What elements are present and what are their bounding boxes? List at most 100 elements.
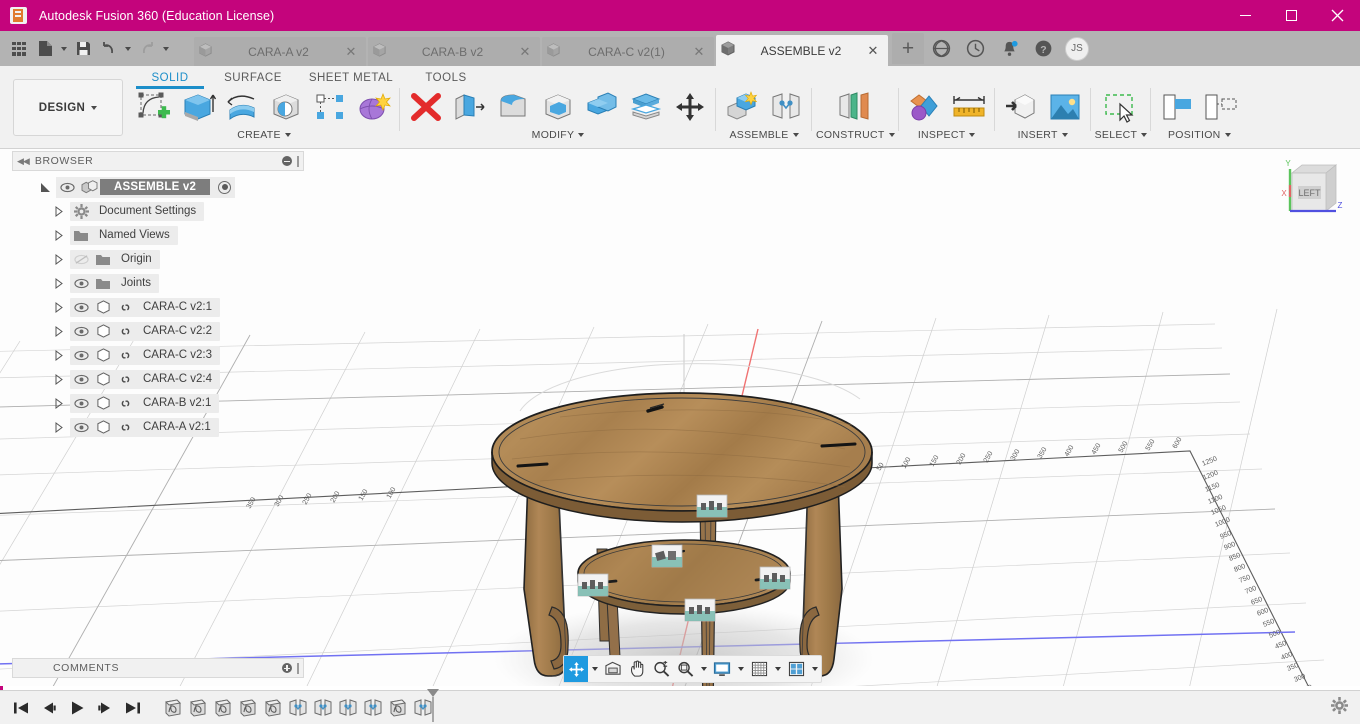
play-icon[interactable] <box>64 695 90 721</box>
double-chevron-left-icon[interactable]: ◀◀ <box>17 156 29 167</box>
avatar[interactable]: JS <box>1060 31 1094 66</box>
collapse-all-icon[interactable] <box>282 156 292 166</box>
activate-component-radio[interactable] <box>218 181 231 194</box>
plus-circle-icon[interactable] <box>282 663 292 673</box>
panel-label-modify[interactable]: MODIFY <box>532 129 585 141</box>
create-sketch-icon[interactable] <box>132 86 176 128</box>
minimize-button[interactable] <box>1222 0 1268 31</box>
expand-triangle-icon[interactable] <box>48 206 70 217</box>
skip-end-icon[interactable] <box>120 695 146 721</box>
form-icon[interactable] <box>352 86 396 128</box>
joint-feature-icon[interactable] <box>285 695 310 721</box>
component-feature-icon[interactable] <box>385 695 410 721</box>
new-tab-button[interactable]: + <box>892 33 924 64</box>
interference-icon[interactable] <box>903 86 947 128</box>
split-face-icon[interactable] <box>624 86 668 128</box>
eye-icon[interactable] <box>70 350 92 361</box>
align-left-icon[interactable] <box>1155 86 1199 128</box>
expand-triangle-icon[interactable] <box>48 278 70 289</box>
component-feature-icon[interactable] <box>185 695 210 721</box>
step-back-icon[interactable] <box>36 695 62 721</box>
document-tab-cara-a[interactable]: CARA-A v2 ✕ <box>194 37 366 66</box>
grid-dropdown[interactable] <box>771 656 784 682</box>
revolve-icon[interactable] <box>220 86 264 128</box>
expand-triangle-icon[interactable] <box>48 302 70 313</box>
component-feature-icon[interactable] <box>160 695 185 721</box>
orbit-icon[interactable] <box>564 656 588 682</box>
save-icon[interactable] <box>70 36 96 62</box>
comments-panel[interactable]: COMMENTS <box>12 658 304 678</box>
eye-hidden-icon[interactable] <box>70 254 92 265</box>
joint-feature-icon[interactable] <box>310 695 335 721</box>
tab-close-icon[interactable]: ✕ <box>514 44 536 60</box>
canvas-image-icon[interactable] <box>1043 86 1087 128</box>
viewport-layout-icon[interactable] <box>784 656 808 682</box>
tree-node-document-settings[interactable]: Document Settings <box>12 199 304 223</box>
panel-label-assemble[interactable]: ASSEMBLE <box>729 129 798 141</box>
expand-triangle-icon[interactable] <box>48 422 70 433</box>
component-feature-icon[interactable] <box>210 695 235 721</box>
view-cube[interactable]: LEFT Y Z X <box>1274 155 1346 231</box>
grid-snap-icon[interactable] <box>747 656 771 682</box>
panel-resize-grip[interactable] <box>297 156 299 167</box>
timeline-settings-gear-icon[interactable] <box>1331 697 1348 719</box>
timeline-marker[interactable] <box>425 688 441 724</box>
expand-triangle-icon[interactable] <box>48 230 70 241</box>
pattern-icon[interactable] <box>308 86 352 128</box>
eye-icon[interactable] <box>56 182 78 193</box>
panel-label-select[interactable]: SELECT <box>1095 129 1148 141</box>
app-grid-icon[interactable] <box>6 36 32 62</box>
expand-triangle-icon[interactable] <box>48 326 70 337</box>
expand-triangle-icon[interactable] <box>48 374 70 385</box>
measure-icon[interactable] <box>947 86 991 128</box>
new-file-dropdown[interactable] <box>58 36 70 62</box>
display-settings-icon[interactable] <box>710 656 734 682</box>
step-forward-icon[interactable] <box>92 695 118 721</box>
move-copy-icon[interactable] <box>668 86 712 128</box>
fit-dropdown[interactable] <box>697 656 710 682</box>
component-feature-icon[interactable] <box>260 695 285 721</box>
document-tab-cara-b[interactable]: CARA-B v2 ✕ <box>368 37 540 66</box>
joint-icon[interactable] <box>764 86 808 128</box>
tab-close-icon[interactable]: ✕ <box>862 43 884 59</box>
fillet-icon[interactable] <box>492 86 536 128</box>
expand-triangle-icon[interactable] <box>34 183 56 192</box>
tree-node-cara-c-1[interactable]: CARA-C v2:1 <box>12 295 304 319</box>
eye-icon[interactable] <box>70 422 92 433</box>
panel-label-create[interactable]: CREATE <box>237 129 291 141</box>
delete-icon[interactable] <box>404 86 448 128</box>
tree-node-joints[interactable]: Joints <box>12 271 304 295</box>
eye-icon[interactable] <box>70 398 92 409</box>
maximize-button[interactable] <box>1268 0 1314 31</box>
redo-icon[interactable] <box>134 36 160 62</box>
recent-history-icon[interactable] <box>958 31 992 66</box>
panel-label-construct[interactable]: CONSTRUCT <box>816 129 895 141</box>
tree-node-named-views[interactable]: Named Views <box>12 223 304 247</box>
shell-icon[interactable] <box>536 86 580 128</box>
tree-node-cara-b-1[interactable]: CARA-B v2:1 <box>12 391 304 415</box>
close-button[interactable] <box>1314 0 1360 31</box>
expand-triangle-icon[interactable] <box>48 254 70 265</box>
redo-dropdown[interactable] <box>160 36 172 62</box>
tree-node-cara-c-3[interactable]: CARA-C v2:3 <box>12 343 304 367</box>
select-window-icon[interactable] <box>1099 86 1143 128</box>
press-pull-icon[interactable] <box>448 86 492 128</box>
tree-node-cara-c-2[interactable]: CARA-C v2:2 <box>12 319 304 343</box>
viewport-dropdown[interactable] <box>808 656 821 682</box>
tab-close-icon[interactable]: ✕ <box>688 44 710 60</box>
align-offset-icon[interactable] <box>1199 86 1243 128</box>
look-at-icon[interactable] <box>601 656 625 682</box>
tree-node-origin[interactable]: Origin <box>12 247 304 271</box>
extrude-icon[interactable] <box>176 86 220 128</box>
joint-feature-icon[interactable] <box>335 695 360 721</box>
document-tab-assemble[interactable]: ASSEMBLE v2 ✕ <box>716 35 888 66</box>
document-tab-cara-c[interactable]: CARA-C v2(1) ✕ <box>542 37 714 66</box>
joint-feature-icon[interactable] <box>360 695 385 721</box>
fit-icon[interactable] <box>673 656 697 682</box>
tab-close-icon[interactable]: ✕ <box>340 44 362 60</box>
eye-icon[interactable] <box>70 326 92 337</box>
panel-label-inspect[interactable]: INSPECT <box>918 129 976 141</box>
display-dropdown[interactable] <box>734 656 747 682</box>
eye-icon[interactable] <box>70 302 92 313</box>
new-file-icon[interactable] <box>32 36 58 62</box>
